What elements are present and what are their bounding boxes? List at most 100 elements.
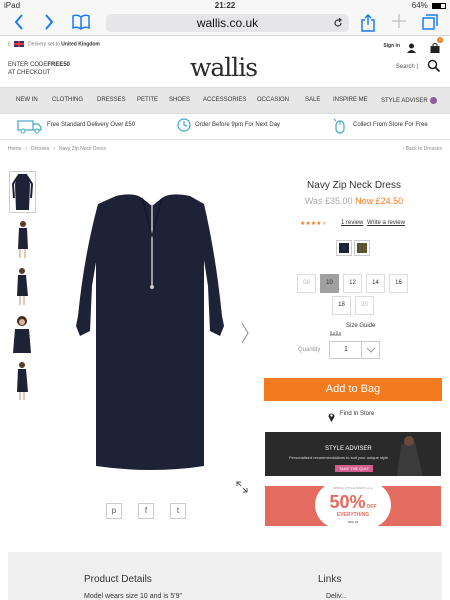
size-option-10[interactable]: 10 (320, 274, 339, 293)
bag-count-badge: 0 (437, 37, 443, 43)
product-price: Was £35.00 Now £24.50 (264, 196, 444, 206)
quantity-label: Quantity (298, 347, 321, 353)
color-swatch-khaki[interactable] (354, 240, 370, 256)
main-product-image[interactable] (44, 176, 260, 496)
sale-circle: SPRING STYLE EVENT up to 50%OFF EVERYTHI… (315, 482, 391, 528)
size-option-12[interactable]: 12 (343, 274, 362, 293)
browser-toolbar: wallis.co.uk (0, 11, 450, 36)
twitter-share-icon[interactable]: t (170, 503, 186, 519)
pinterest-share-icon[interactable]: p (106, 503, 122, 519)
battery-percent: 64% (411, 1, 428, 10)
chevron-down-icon (361, 342, 379, 358)
benefit-free-delivery[interactable]: Free Standard Delivery Over £50 (47, 122, 135, 128)
back-icon[interactable] (14, 14, 24, 35)
nav-new-in[interactable]: NEW IN (16, 97, 38, 103)
size-option-18[interactable]: 18 (332, 296, 351, 315)
product-title: Navy Zip Neck Dress (307, 180, 401, 191)
find-in-store-link[interactable]: Find In Store (340, 411, 374, 417)
style-adviser-title: STYLE ADVISER (325, 446, 372, 452)
thumbnail-5[interactable] (9, 359, 36, 401)
sale-subtext: 50% off (347, 520, 359, 524)
breadcrumb-dresses[interactable]: Dresses (31, 146, 49, 152)
size-option-08[interactable]: 08 (297, 274, 316, 293)
search-icon[interactable] (427, 59, 441, 73)
delivery-country-name: United Kingdom (61, 41, 100, 48)
size-option-20[interactable]: 20 (355, 296, 374, 315)
size-guide-link[interactable]: Size Guide (346, 323, 375, 329)
bookmarks-icon[interactable] (72, 14, 90, 35)
size-option-16[interactable]: 16 (389, 274, 408, 293)
size-option-14[interactable]: 14 (366, 274, 385, 293)
back-to-dresses-link[interactable]: ‹ Back to Dresses (403, 146, 442, 152)
sale-upto: up to (366, 486, 374, 490)
product-details-heading: Product Details (84, 574, 152, 585)
reload-icon[interactable] (333, 14, 343, 34)
location-pin-icon (328, 409, 335, 422)
add-to-bag-button[interactable]: Add to Bag (264, 378, 442, 401)
thumbnail-2[interactable] (9, 218, 36, 260)
share-icon[interactable] (361, 13, 375, 37)
back-to-dresses-label: Back to Dresses (405, 146, 442, 152)
forward-icon[interactable] (44, 14, 54, 35)
was-price: Was £35.00 (304, 196, 353, 206)
sign-in-link[interactable]: Sign in (383, 43, 400, 49)
color-swatch-navy[interactable] (336, 240, 352, 256)
breadcrumb-chevron-icon: › (53, 146, 56, 152)
take-quiz-button[interactable]: TAKE THE QUIZ (335, 465, 373, 472)
promo-code: FREE50 (47, 62, 71, 68)
links-first-item[interactable]: Deliv... (326, 593, 347, 600)
main-navigation: NEW IN CLOTHING DRESSES PETITE SHOES ACC… (0, 87, 450, 114)
promo-prefix: ENTER CODE (8, 62, 48, 68)
next-image-chevron-icon[interactable] (240, 321, 250, 345)
breadcrumb-home[interactable]: Home (8, 146, 21, 152)
style-adviser-subtitle: Personalised recommendations to suit you… (289, 455, 389, 460)
new-tab-icon[interactable] (392, 14, 406, 33)
nav-clothing[interactable]: CLOTHING (52, 97, 83, 103)
nav-inspire-me[interactable]: INSPIRE ME (333, 97, 368, 103)
tabs-icon[interactable] (422, 14, 438, 35)
thumbnail-1[interactable] (9, 171, 36, 213)
nav-shoes[interactable]: SHOES (169, 97, 190, 103)
promo-code-message: ENTER CODEFREE50 AT CHECKOUT (8, 61, 70, 77)
links-heading: Links (318, 574, 342, 585)
benefit-collect-store[interactable]: Collect From Store For Free (353, 122, 428, 128)
now-price: Now £24.50 (355, 196, 404, 206)
status-bar: iPad 21:22 64% (0, 0, 450, 11)
quantity-select[interactable]: 1 (329, 341, 380, 359)
product-thumbnails (9, 171, 37, 406)
nav-accessories[interactable]: ACCESSORIES (203, 97, 246, 103)
write-review-link[interactable]: Write a review (367, 220, 405, 226)
clock-icon (177, 118, 191, 137)
benefit-next-day[interactable]: Order Before 9pm For Next Day (195, 122, 280, 128)
nav-style-adviser-label: STYLE ADVISER (381, 98, 428, 105)
site-header: £ Delivery set to United Kingdom ENTER C… (0, 37, 450, 87)
benefits-strip: Free Standard Delivery Over £50 Order Be… (0, 114, 450, 140)
mouse-click-icon (333, 118, 347, 139)
user-icon[interactable] (407, 40, 416, 53)
sale-everything: EVERYTHING (336, 512, 370, 518)
nav-petite[interactable]: PETITE (137, 97, 158, 103)
thumbnail-3[interactable] (9, 265, 36, 307)
rating-stars: ★★★★★ (300, 220, 327, 227)
nav-style-adviser[interactable]: STYLE ADVISER (381, 97, 437, 104)
wallis-logo[interactable]: wallis (190, 53, 258, 82)
nav-dresses[interactable]: DRESSES (97, 97, 126, 103)
promo-line2: AT CHECKOUT (8, 70, 51, 76)
breadcrumb: Home › Dresses › Navy Zip Neck Dress (8, 146, 106, 152)
reviews-link[interactable]: 1 review (341, 220, 363, 226)
thumbnail-4[interactable] (9, 312, 36, 354)
product-details-text: Model wears size 10 and is 5'9" (84, 593, 182, 600)
sale-event-name: SPRING STYLE EVENT (332, 486, 366, 490)
expand-icon[interactable] (236, 480, 248, 493)
sale-percent-value: 50% (329, 492, 366, 512)
search-input[interactable]: Search | (392, 59, 421, 75)
ruler-icon (330, 323, 341, 336)
sale-off: OFF (366, 504, 377, 510)
sale-banner[interactable]: SPRING STYLE EVENT up to 50%OFF EVERYTHI… (265, 482, 441, 528)
facebook-share-icon[interactable]: f (138, 503, 154, 519)
address-bar[interactable]: wallis.co.uk (106, 14, 349, 32)
nav-occasion[interactable]: OCCASION (257, 97, 289, 103)
nav-sale[interactable]: SALE (305, 97, 320, 103)
style-adviser-banner[interactable]: STYLE ADVISER Personalised recommendatio… (265, 432, 441, 476)
delivery-country[interactable]: £ Delivery set to United Kingdom (8, 41, 100, 47)
